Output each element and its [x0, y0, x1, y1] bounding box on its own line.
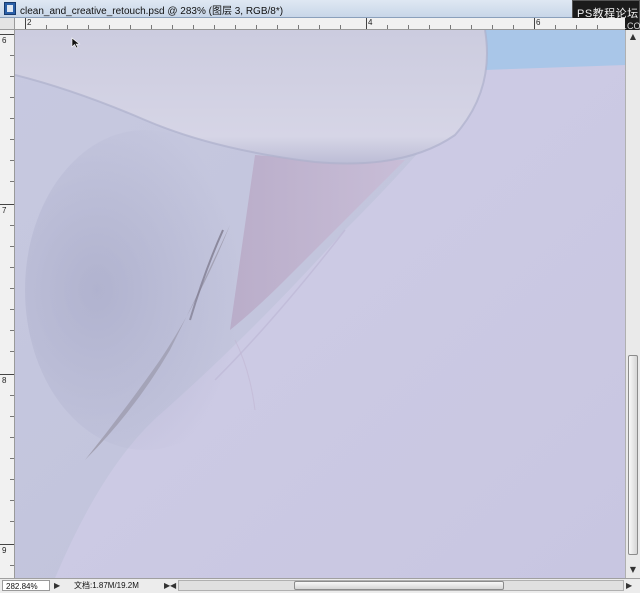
document-title-bar[interactable]: clean_and_creative_retouch.psd @ 283% (图… — [0, 0, 640, 18]
ruler-minor-tick — [555, 25, 556, 29]
ruler-minor-tick — [10, 309, 14, 310]
status-menu-arrow-icon[interactable]: ▶ — [54, 580, 60, 592]
horizontal-scroll-thumb[interactable] — [294, 581, 504, 590]
ruler-minor-tick — [10, 97, 14, 98]
ruler-label: 7 — [2, 206, 7, 215]
ruler-origin[interactable] — [0, 18, 15, 30]
ruler-minor-tick — [450, 25, 451, 29]
ruler-label: 2 — [27, 18, 32, 27]
vertical-ruler[interactable]: 6 7 8 9 — [0, 30, 15, 578]
document-icon — [4, 2, 16, 15]
ruler-minor-tick — [10, 565, 14, 566]
scroll-up-icon[interactable]: ▲ — [628, 32, 638, 42]
ruler-minor-tick — [10, 351, 14, 352]
arrow-cursor-icon — [71, 37, 81, 49]
ruler-minor-tick — [10, 267, 14, 268]
ruler-label: 9 — [2, 546, 7, 555]
ruler-minor-tick — [10, 181, 14, 182]
ruler-minor-tick — [387, 25, 388, 29]
ruler-major-tick — [534, 18, 535, 29]
ruler-minor-tick — [10, 225, 14, 226]
ruler-minor-tick — [10, 139, 14, 140]
ruler-minor-tick — [10, 500, 14, 501]
scroll-right-icon[interactable]: ▶ — [626, 580, 632, 592]
ruler-minor-tick — [277, 25, 278, 29]
ruler-minor-tick — [10, 55, 14, 56]
ruler-minor-tick — [46, 25, 47, 29]
ruler-minor-tick — [597, 25, 598, 29]
ruler-minor-tick — [214, 25, 215, 29]
ruler-minor-tick — [10, 330, 14, 331]
horizontal-ruler[interactable]: 2 4 6 — [15, 18, 625, 30]
scroll-left-icon[interactable]: ◀ — [170, 580, 176, 592]
ruler-minor-tick — [130, 25, 131, 29]
ruler-minor-tick — [10, 416, 14, 417]
ruler-minor-tick — [471, 25, 472, 29]
ruler-minor-tick — [151, 25, 152, 29]
ruler-label: 4 — [368, 18, 373, 27]
ruler-minor-tick — [408, 25, 409, 29]
photo-neck-collar — [15, 30, 625, 578]
ruler-minor-tick — [10, 395, 14, 396]
ruler-major-tick — [0, 544, 14, 545]
ruler-label: 8 — [2, 376, 7, 385]
ruler-major-tick — [366, 18, 367, 29]
ruler-minor-tick — [88, 25, 89, 29]
ruler-minor-tick — [429, 25, 430, 29]
ruler-label: 6 — [2, 36, 7, 45]
ruler-minor-tick — [492, 25, 493, 29]
ruler-major-tick — [0, 374, 14, 375]
ruler-minor-tick — [10, 479, 14, 480]
ruler-minor-tick — [576, 25, 577, 29]
ruler-minor-tick — [256, 25, 257, 29]
scroll-down-icon[interactable]: ▼ — [628, 565, 638, 575]
zoom-level-input[interactable]: 282.84% — [2, 580, 50, 591]
status-bar: 282.84% ▶ 文档:1.87M/19.2M ▶ ◀ ▶ — [0, 578, 640, 593]
ruler-minor-tick — [193, 25, 194, 29]
ruler-minor-tick — [340, 25, 341, 29]
ruler-minor-tick — [10, 246, 14, 247]
ruler-minor-tick — [10, 458, 14, 459]
vertical-scroll-thumb[interactable] — [628, 355, 638, 555]
ruler-major-tick — [0, 204, 14, 205]
ruler-minor-tick — [10, 76, 14, 77]
ruler-minor-tick — [10, 521, 14, 522]
document-size-info: 文档:1.87M/19.2M — [74, 581, 139, 590]
horizontal-scrollbar[interactable] — [178, 580, 624, 591]
image-canvas[interactable] — [15, 30, 625, 578]
ruler-minor-tick — [10, 118, 14, 119]
ruler-minor-tick — [109, 25, 110, 29]
ruler-minor-tick — [319, 25, 320, 29]
ruler-major-tick — [25, 18, 26, 29]
vertical-scrollbar[interactable]: ▲ ▼ — [625, 30, 640, 578]
ruler-minor-tick — [10, 160, 14, 161]
ruler-minor-tick — [172, 25, 173, 29]
ruler-minor-tick — [235, 25, 236, 29]
ruler-label: 6 — [536, 18, 541, 27]
ruler-minor-tick — [298, 25, 299, 29]
ruler-minor-tick — [10, 288, 14, 289]
ruler-major-tick — [0, 34, 14, 35]
document-title: clean_and_creative_retouch.psd @ 283% (图… — [20, 6, 284, 17]
ruler-minor-tick — [10, 437, 14, 438]
ruler-minor-tick — [513, 25, 514, 29]
ruler-minor-tick — [67, 25, 68, 29]
